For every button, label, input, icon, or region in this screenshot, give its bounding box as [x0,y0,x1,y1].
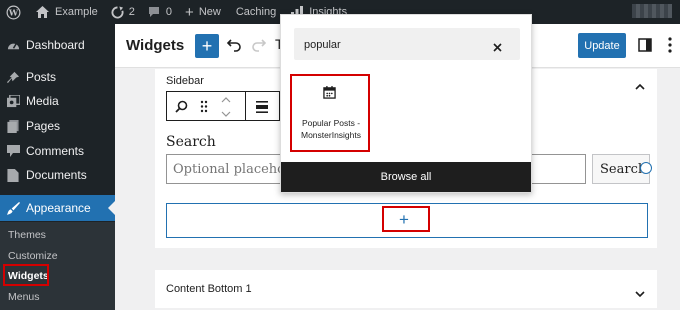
sidebar-item-label: Pages [26,119,61,133]
home-icon [36,6,49,18]
submenu-item-themes[interactable]: Themes [0,229,46,241]
sidebar-item-label: Posts [26,70,57,84]
block-toolbar [166,91,280,121]
comments-link[interactable]: 0 [140,0,177,24]
sidebar-item-label: Documents [26,168,87,182]
refresh-icon [111,5,124,19]
widget-area-title: Content Bottom 1 [166,283,252,295]
sidebar-item-label: Dashboard [26,38,85,52]
search-block-heading[interactable]: Search [166,134,216,150]
user-avatar[interactable] [632,4,672,18]
more-options-icon[interactable] [668,37,672,58]
settings-sidebar-icon[interactable] [638,38,652,57]
sidebar-item-comments[interactable]: Comments [0,140,115,162]
drag-handle-icon[interactable] [200,100,208,118]
align-icon[interactable] [256,100,268,118]
media-icon [6,94,20,108]
pin-icon [6,70,20,84]
block-inserter-toggle[interactable]: + [195,34,219,58]
new-content-link[interactable]: + New [177,0,226,24]
comment-icon [6,144,20,158]
chevron-up-icon[interactable] [635,77,645,95]
wordpress-logo-icon[interactable]: W [0,0,26,24]
dashboard-icon [6,38,20,52]
submenu-item-menus[interactable]: Menus [0,291,40,303]
sidebar-item-appearance[interactable]: Appearance [0,195,115,221]
block-search-value: popular [304,39,341,51]
clear-search-icon[interactable] [493,39,502,57]
caching-link[interactable]: Caching [226,0,281,24]
page-title: Widgets [126,37,185,54]
sidebar-item-dashboard[interactable]: Dashboard [0,34,115,56]
widgets-highlight-box [3,264,49,286]
undo-icon[interactable] [226,36,242,57]
submenu-item-customize[interactable]: Customize [0,250,58,262]
sidebar-item-label: Comments [26,144,85,158]
block-search-input[interactable]: popular [294,28,520,60]
comments-count: 0 [165,6,173,18]
comment-bubble-icon [148,6,160,18]
svg-text:W: W [8,7,19,17]
plus-icon: + [185,3,194,21]
sidebar-item-posts[interactable]: Posts [0,66,115,88]
paintbrush-icon [6,201,20,215]
chevron-down-icon[interactable] [635,285,645,303]
site-name: Example [55,6,98,18]
sidebar-item-label: Appearance [26,201,91,215]
pages-icon [6,119,20,133]
plus-icon: + [201,36,213,56]
browse-all-button[interactable]: Browse all [281,162,531,192]
site-name-link[interactable]: Example [26,0,103,24]
sidebar-item-label: Media [26,94,59,108]
toolbar-divider [245,92,246,120]
widget-area-title[interactable]: Sidebar [166,75,204,87]
search-block-icon[interactable] [175,100,188,118]
sidebar-item-media[interactable]: Media [0,90,115,112]
sidebar-item-documents[interactable]: Documents [0,164,115,186]
update-button[interactable]: Update [578,33,626,58]
caching-label: Caching [235,6,277,18]
document-icon [6,168,20,182]
updates-link[interactable]: 2 [103,0,140,24]
sidebar-item-pages[interactable]: Pages [0,115,115,137]
result-highlight-box [290,74,370,152]
new-label: New [198,6,221,18]
move-up-down-icon[interactable] [221,95,231,124]
updates-count: 2 [128,6,135,18]
add-block-highlight-box [382,206,430,232]
redo-icon[interactable] [251,36,267,57]
resize-handle-icon[interactable] [640,162,652,174]
content-bottom-area[interactable]: Content Bottom 1 [155,270,657,308]
